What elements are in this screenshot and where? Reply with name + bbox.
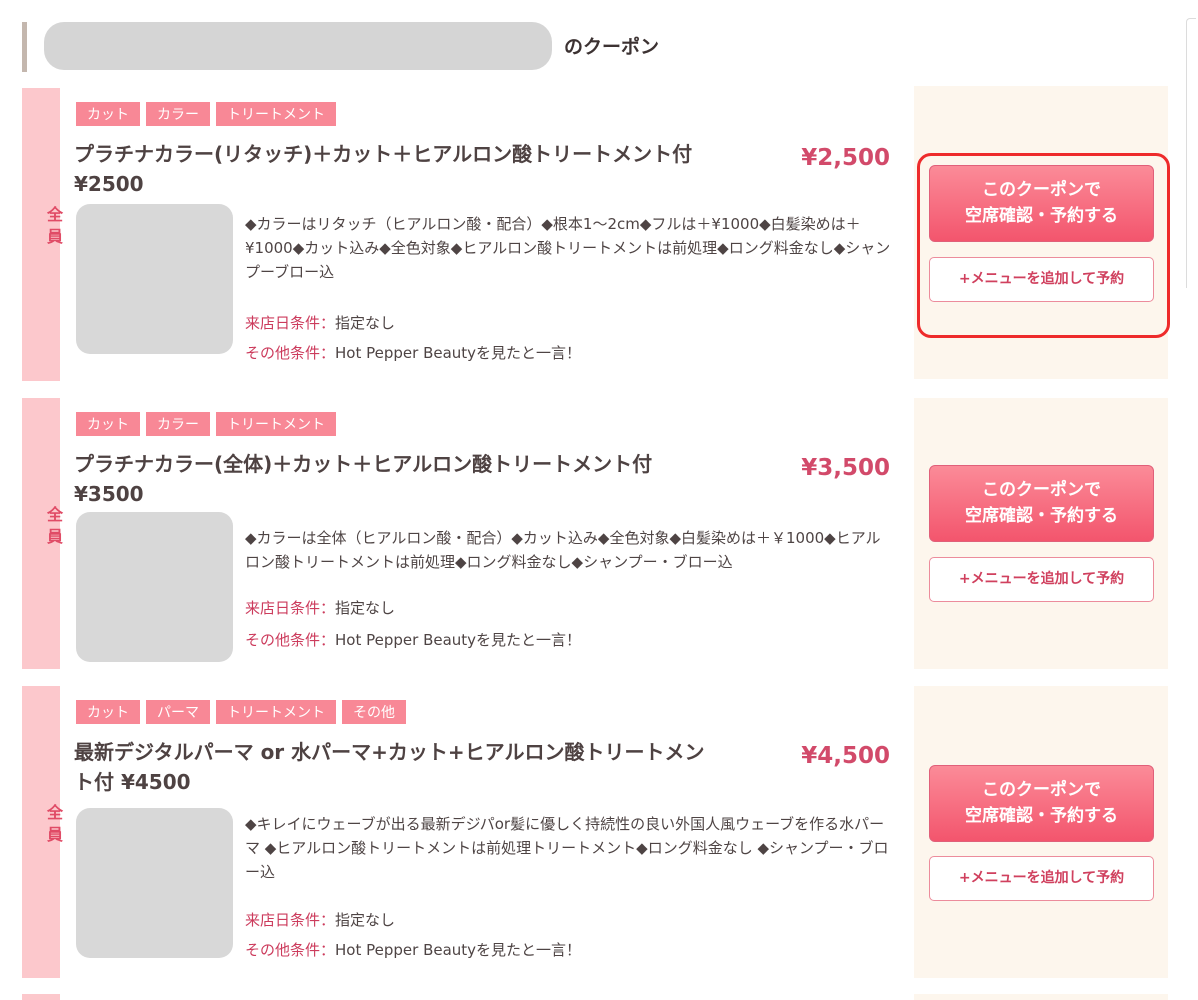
- visit-condition-value: 指定なし: [335, 599, 396, 617]
- book-button-line2: 空席確認・予約する: [965, 806, 1118, 826]
- tag: カラー: [146, 102, 210, 126]
- tag: カット: [76, 700, 140, 724]
- coupon-target-strip: 全員: [22, 398, 63, 669]
- tag: カット: [76, 412, 140, 436]
- coupon-target-label: 全員: [44, 804, 63, 848]
- coupon-tags: カット カラー トリートメント: [76, 102, 342, 126]
- other-condition-value: Hot Pepper Beautyを見たと一言！: [335, 344, 582, 362]
- coupon-description: ◆カラーは全体（ヒアルロン酸・配合）◆カット込み◆全色対象◆白髪染めは＋￥100…: [245, 529, 881, 571]
- book-button-line1: このクーポンで: [982, 480, 1101, 500]
- header-accent-bar: [22, 22, 27, 72]
- book-button-line1: このクーポンで: [982, 780, 1101, 800]
- other-condition-label: その他条件：: [245, 631, 336, 649]
- coupon-image: [76, 808, 233, 958]
- book-coupon-button[interactable]: このクーポンで 空席確認・予約する: [929, 465, 1154, 542]
- tag: カラー: [146, 412, 210, 436]
- tag: トリートメント: [216, 700, 336, 724]
- other-condition-value: Hot Pepper Beautyを見たと一言！: [335, 941, 582, 959]
- coupon-title[interactable]: プラチナカラー(全体)＋カット＋ヒアルロン酸トリートメント付 ¥3500: [74, 449, 714, 509]
- other-condition: その他条件：Hot Pepper Beautyを見たと一言！: [245, 629, 581, 650]
- book-button-line2: 空席確認・予約する: [965, 506, 1118, 526]
- tag: トリートメント: [216, 412, 336, 436]
- visit-condition: 来店日条件：指定なし: [245, 597, 395, 618]
- other-condition: その他条件：Hot Pepper Beautyを見たと一言！: [245, 939, 581, 960]
- coupon-target-strip: 全員: [22, 686, 63, 978]
- section-header: のクーポン: [22, 22, 1172, 72]
- coupon-title[interactable]: 最新デジタルパーマ or 水パーマ+カット+ヒアルロン酸トリートメント付 ¥45…: [74, 737, 714, 797]
- next-coupon-panel-peek: [914, 994, 1168, 1000]
- other-condition-label: その他条件：: [245, 344, 336, 362]
- coupon-price: ¥3,500: [801, 455, 890, 481]
- coupon-target-strip: 全員: [22, 88, 63, 381]
- other-condition-value: Hot Pepper Beautyを見たと一言！: [335, 631, 582, 649]
- tag: パーマ: [146, 700, 210, 724]
- visit-condition-value: 指定なし: [335, 314, 396, 332]
- booking-panel: このクーポンで 空席確認・予約する +メニューを追加して予約: [914, 686, 1168, 978]
- visit-condition: 来店日条件：指定なし: [245, 312, 395, 333]
- visit-condition-value: 指定なし: [335, 911, 396, 929]
- visit-condition: 来店日条件：指定なし: [245, 909, 395, 930]
- coupon-title[interactable]: プラチナカラー(リタッチ)＋カット＋ヒアルロン酸トリートメント付 ¥2500: [74, 139, 714, 199]
- book-coupon-button[interactable]: このクーポンで 空席確認・予約する: [929, 765, 1154, 842]
- next-coupon-side-peek: [22, 994, 60, 1000]
- coupon-image: [76, 512, 233, 662]
- booking-panel: このクーポンで 空席確認・予約する +メニューを追加して予約: [914, 398, 1168, 669]
- highlight-outline: [917, 153, 1170, 338]
- coupon-image: [76, 204, 233, 354]
- coupon-target-label: 全員: [44, 206, 63, 250]
- coupon-price: ¥4,500: [801, 743, 890, 769]
- visit-condition-label: 来店日条件：: [245, 599, 336, 617]
- add-menu-button[interactable]: +メニューを追加して予約: [929, 856, 1154, 901]
- coupon-description: ◆カラーはリタッチ（ヒアルロン酸・配合）◆根本1～2cm◆フルは＋¥1000◆白…: [245, 215, 891, 281]
- coupon-card: 全員 カット パーマ トリートメント その他 最新デジタルパーマ or 水パーマ+カッ…: [22, 686, 1168, 978]
- page-title: のクーポン: [564, 36, 660, 58]
- tag: その他: [342, 700, 406, 724]
- coupon-tags: カット パーマ トリートメント その他: [76, 700, 412, 724]
- coupon-description: ◆キレイにウェーブが出る最新デジパor髪に優しく持続性の良い外国人風ウェーブを作…: [245, 815, 889, 881]
- redacted-salon-name: [44, 22, 552, 70]
- other-condition-label: その他条件：: [245, 941, 336, 959]
- coupon-tags: カット カラー トリートメント: [76, 412, 342, 436]
- other-condition: その他条件：Hot Pepper Beautyを見たと一言！: [245, 342, 581, 363]
- add-menu-button[interactable]: +メニューを追加して予約: [929, 557, 1154, 602]
- visit-condition-label: 来店日条件：: [245, 911, 336, 929]
- coupon-target-label: 全員: [44, 506, 63, 550]
- coupon-card: 全員 カット カラー トリートメント プラチナカラー(全体)＋カット＋ヒアルロン酸ト…: [22, 398, 1168, 669]
- visit-condition-label: 来店日条件：: [245, 314, 336, 332]
- scrollbar-track[interactable]: [1186, 18, 1196, 288]
- coupon-price: ¥2,500: [801, 145, 890, 171]
- tag: カット: [76, 102, 140, 126]
- tag: トリートメント: [216, 102, 336, 126]
